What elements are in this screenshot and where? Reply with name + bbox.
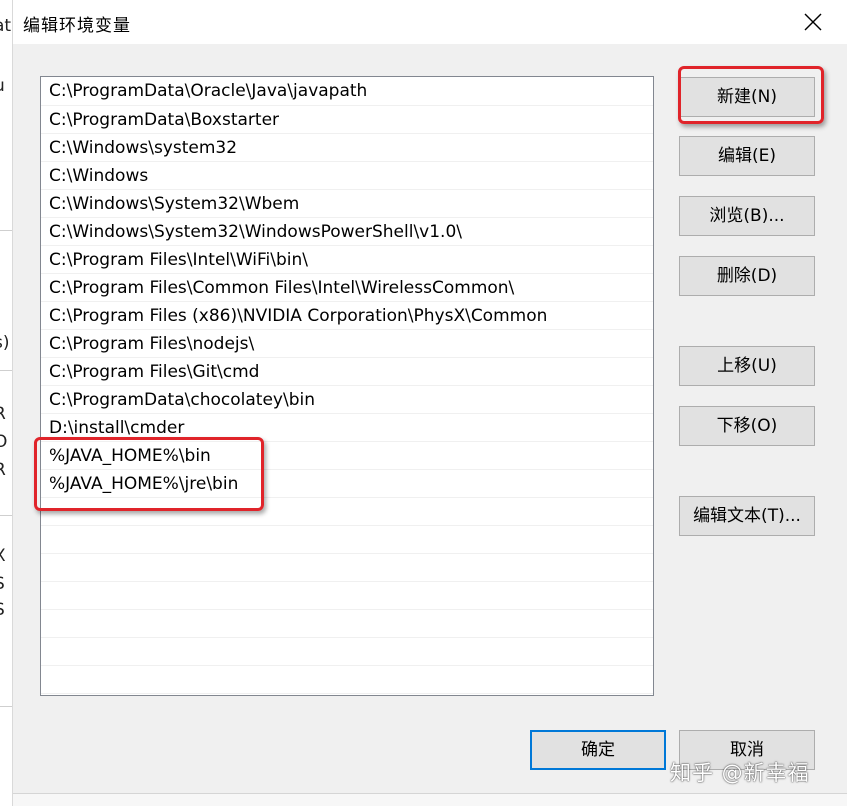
edit-env-variable-dialog: 编辑环境变量 C:\ProgramData\Oracle\Java\javapa… bbox=[0, 0, 847, 806]
move-down-button[interactable]: 下移(O) bbox=[679, 406, 815, 446]
background-fragment: R bbox=[0, 460, 6, 480]
path-list-item[interactable] bbox=[41, 526, 653, 554]
path-list-item[interactable]: C:\ProgramData\chocolatey\bin bbox=[41, 386, 653, 414]
path-list[interactable]: C:\ProgramData\Oracle\Java\javapath C:\Pr… bbox=[40, 76, 654, 696]
close-button[interactable] bbox=[791, 4, 835, 40]
path-list-item[interactable] bbox=[41, 638, 653, 666]
path-list-item[interactable] bbox=[41, 554, 653, 582]
move-up-button[interactable]: 上移(U) bbox=[679, 346, 815, 386]
path-list-item[interactable]: C:\Program Files\nodejs\ bbox=[41, 330, 653, 358]
background-fragment: at bbox=[0, 16, 12, 36]
close-icon bbox=[804, 13, 822, 31]
path-list-item[interactable] bbox=[41, 498, 653, 526]
path-list-item[interactable]: C:\ProgramData\Oracle\Java\javapath bbox=[41, 77, 653, 106]
path-list-item[interactable]: %JAVA_HOME%\bin bbox=[41, 442, 653, 470]
path-list-item[interactable] bbox=[41, 610, 653, 638]
background-divider bbox=[0, 706, 12, 707]
edit-button[interactable]: 编辑(E) bbox=[679, 136, 815, 176]
path-list-item[interactable] bbox=[41, 582, 653, 610]
ok-button[interactable]: 确定 bbox=[530, 730, 666, 770]
background-divider bbox=[0, 230, 12, 231]
background-fragment: s) bbox=[0, 333, 10, 353]
browse-button[interactable]: 浏览(B)... bbox=[679, 196, 815, 236]
path-list-item[interactable]: C:\Program Files\Intel\WiFi\bin\ bbox=[41, 246, 653, 274]
screen: 编辑环境变量 C:\ProgramData\Oracle\Java\javapa… bbox=[0, 0, 847, 806]
path-list-item[interactable]: C:\Program Files\Git\cmd bbox=[41, 358, 653, 386]
background-divider bbox=[0, 515, 12, 516]
path-list-item[interactable]: D:\install\cmder bbox=[41, 414, 653, 442]
background-fragment: O bbox=[0, 432, 7, 452]
background-fragment: S bbox=[0, 600, 5, 620]
path-list-item[interactable]: C:\Windows\system32 bbox=[41, 134, 653, 162]
new-button[interactable]: 新建(N) bbox=[679, 77, 815, 117]
path-list-item[interactable]: C:\ProgramData\Boxstarter bbox=[41, 106, 653, 134]
background-fragment: u bbox=[0, 76, 5, 96]
background-fragment: S bbox=[0, 574, 5, 594]
dialog-title: 编辑环境变量 bbox=[23, 16, 131, 36]
underlying-window-edge bbox=[1, 793, 847, 806]
path-list-item[interactable]: C:\Program Files\Common Files\Intel\Wire… bbox=[41, 274, 653, 302]
title-bar: 编辑环境变量 bbox=[1, 0, 847, 44]
watermark: 知乎 @新幸福 bbox=[670, 761, 810, 785]
path-list-item[interactable] bbox=[41, 666, 653, 694]
background-fragment: R bbox=[0, 404, 6, 424]
background-divider bbox=[0, 370, 12, 371]
edit-text-button[interactable]: 编辑文本(T)... bbox=[679, 496, 815, 536]
path-list-item[interactable]: C:\Windows\System32\WindowsPowerShell\v1… bbox=[41, 218, 653, 246]
delete-button[interactable]: 删除(D) bbox=[679, 256, 815, 296]
path-list-item[interactable]: %JAVA_HOME%\jre\bin bbox=[41, 470, 653, 498]
path-list-item[interactable]: C:\Windows\System32\Wbem bbox=[41, 190, 653, 218]
path-list-item[interactable]: C:\Windows bbox=[41, 162, 653, 190]
background-window-edge: at u s) R O R X S S bbox=[0, 0, 13, 806]
background-fragment: X bbox=[0, 546, 6, 566]
path-list-item[interactable]: C:\Program Files (x86)\NVIDIA Corporatio… bbox=[41, 302, 653, 330]
